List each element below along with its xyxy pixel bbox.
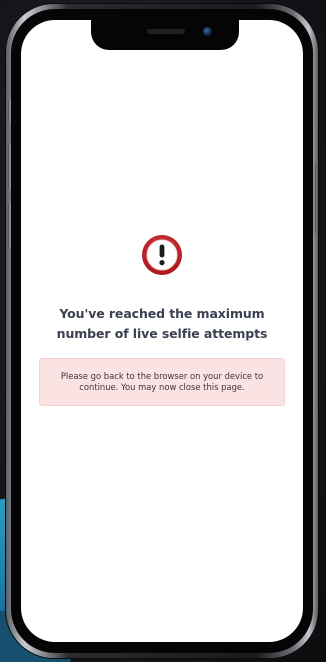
error-heading: You've reached the maximum number of liv… [56, 306, 268, 341]
phone-screen: You've reached the maximum number of liv… [21, 20, 303, 642]
error-notice-box: Please go back to the browser on your de… [39, 358, 285, 406]
speaker-grille [147, 29, 185, 34]
front-camera-icon [203, 27, 212, 36]
error-message: Please go back to the browser on your de… [60, 371, 264, 392]
exclamation-circle-icon [142, 235, 182, 275]
phone-frame: You've reached the maximum number of liv… [6, 4, 318, 658]
error-page: You've reached the maximum number of liv… [21, 20, 303, 642]
phone-notch [91, 20, 239, 50]
device-mockup-stage: You've reached the maximum number of liv… [0, 0, 326, 662]
